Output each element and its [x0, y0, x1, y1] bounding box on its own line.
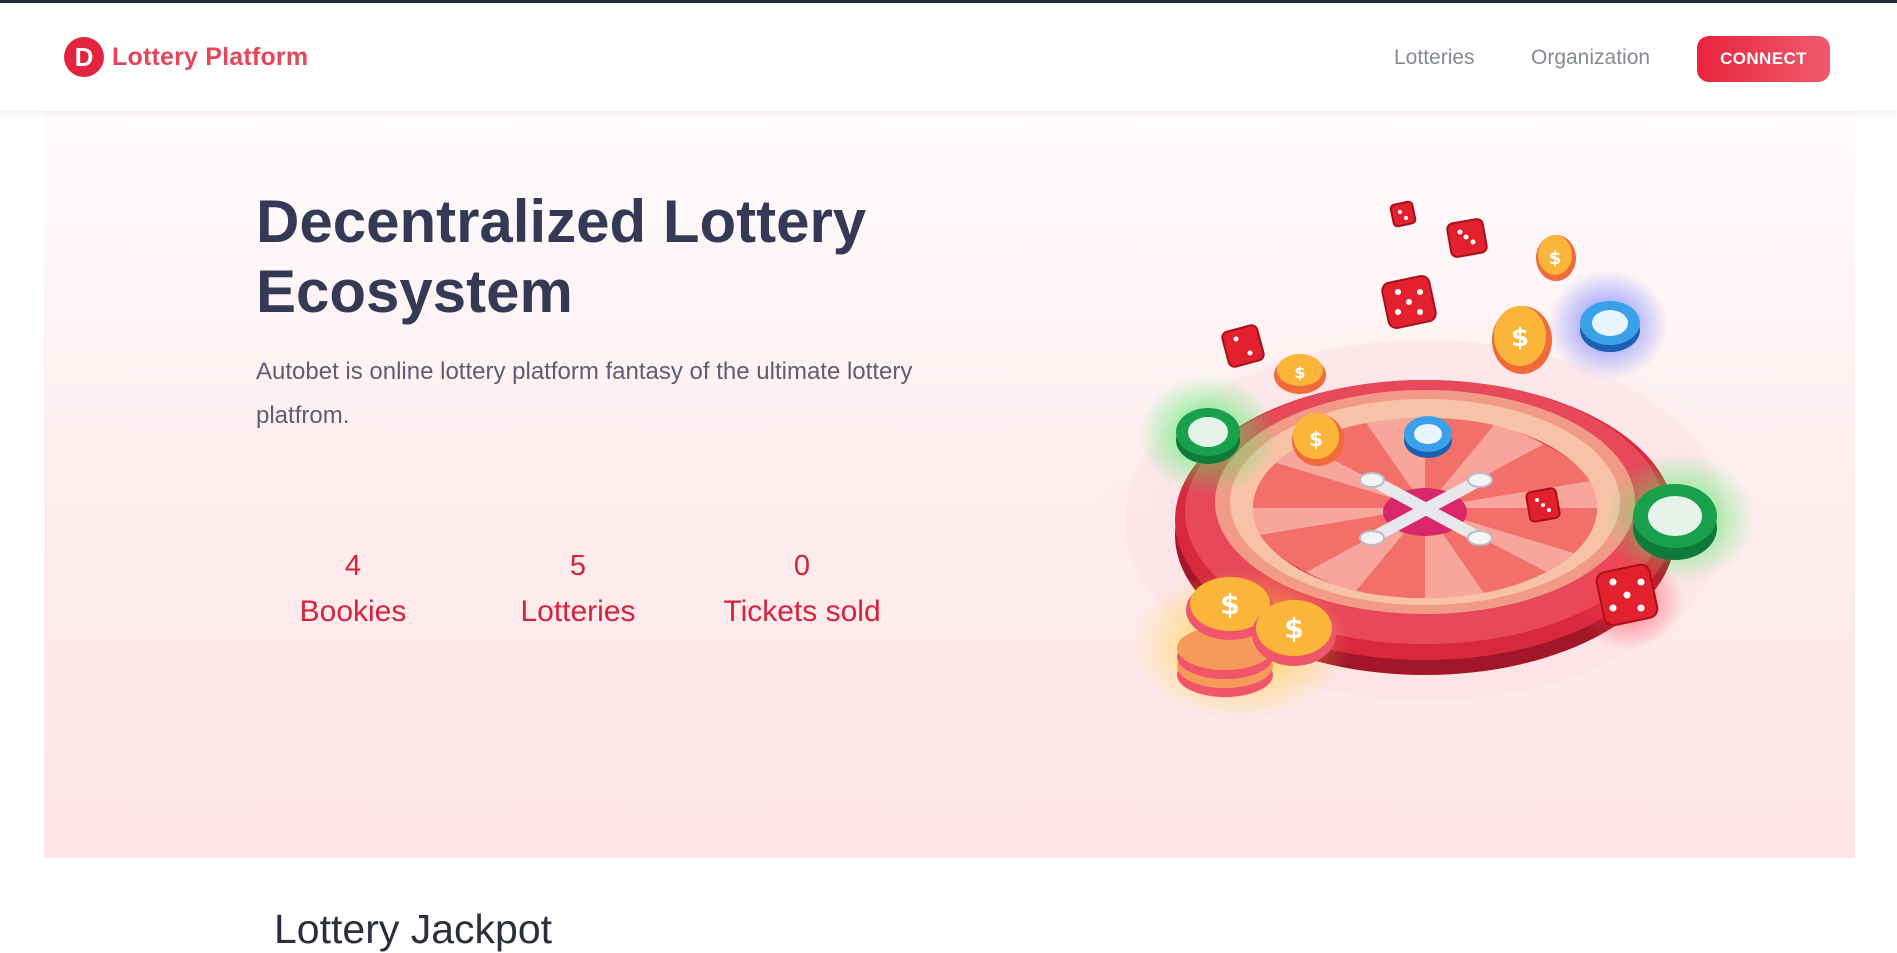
- svg-text:$: $: [1309, 427, 1323, 451]
- svg-text:$: $: [1294, 363, 1305, 382]
- stat-value: 0: [793, 550, 811, 582]
- hero-description: Autobet is online lottery platform fanta…: [256, 358, 913, 429]
- svg-text:$: $: [1549, 248, 1562, 269]
- brand-logo-icon: D: [64, 37, 104, 77]
- stat-value: 5: [569, 550, 587, 582]
- stat-label: Bookies: [299, 595, 407, 628]
- svg-text:$: $: [1220, 588, 1239, 621]
- stat-value: 4: [344, 550, 362, 582]
- stat-lotteries: 5 Lotteries: [468, 548, 688, 632]
- connect-button[interactable]: CONNECT: [1697, 36, 1830, 82]
- stat-tickets-sold: 0 Tickets sold: [692, 548, 912, 632]
- brand-name: Lottery Platform: [112, 42, 309, 71]
- svg-text:$: $: [1511, 323, 1529, 353]
- hero-title: Decentralized Lottery Ecosystem: [256, 188, 867, 325]
- svg-text:$: $: [1284, 612, 1303, 645]
- nav-link-lotteries[interactable]: Lotteries: [1394, 46, 1475, 70]
- stat-label: Tickets sold: [723, 595, 881, 628]
- brand-link[interactable]: D Lottery Platform: [64, 37, 308, 77]
- section-title-lottery-jackpot: Lottery Jackpot: [274, 906, 553, 952]
- roulette-wheel-illustration: $ $ $ $ $ $: [1085, 200, 1765, 725]
- navbar: D Lottery Platform Lotteries Organizatio…: [0, 3, 1897, 111]
- stat-bookies: 4 Bookies: [243, 548, 463, 632]
- stat-label: Lotteries: [520, 595, 636, 628]
- nav-link-organization[interactable]: Organization: [1531, 46, 1650, 70]
